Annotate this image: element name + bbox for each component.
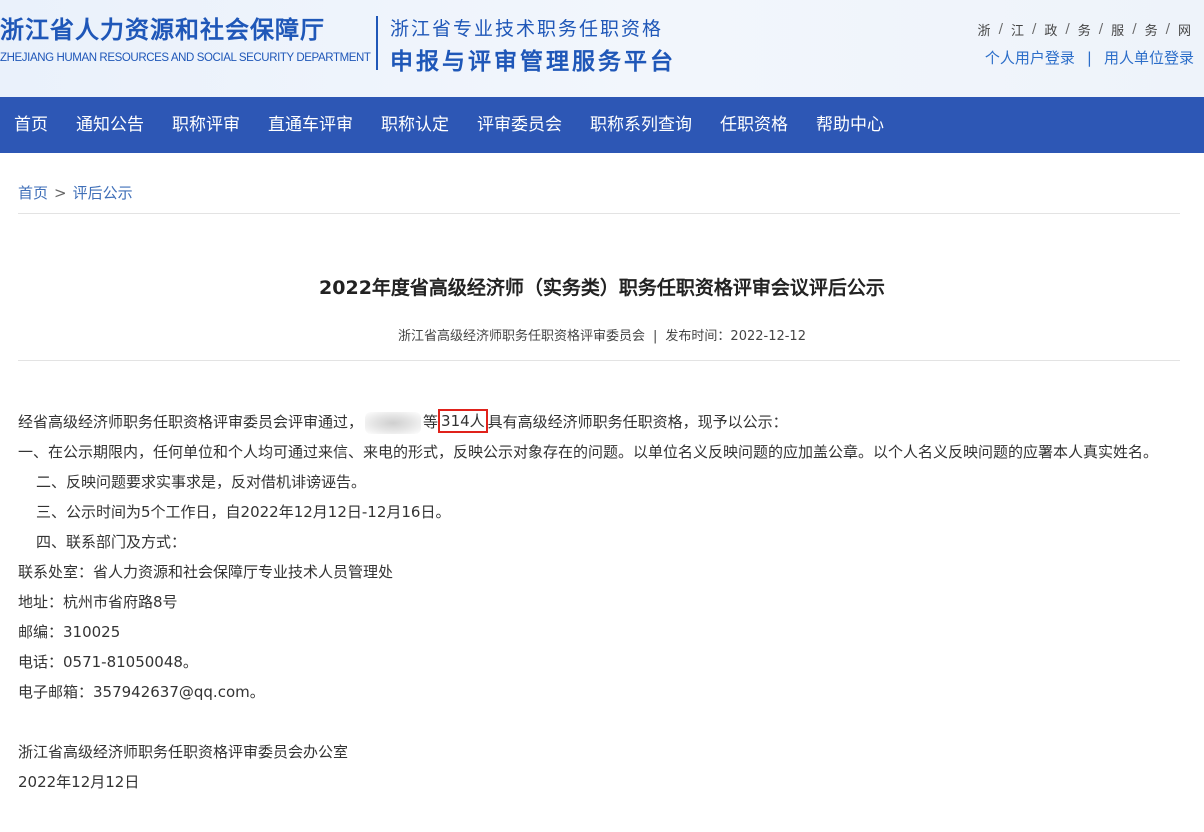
- signature-date: 2022年12月12日: [18, 773, 140, 791]
- article-body: 经省高级经济师职务任职资格评审委员会评审通过，等 314人 具有高级经济师职务任职资…: [18, 407, 1183, 797]
- unit-login-link[interactable]: 用人单位登录: [1104, 47, 1194, 68]
- platform-subtitle: 浙江省专业技术职务任职资格: [390, 18, 664, 40]
- personal-login-link[interactable]: 个人用户登录: [985, 47, 1075, 68]
- breadcrumb-divider: [18, 213, 1180, 214]
- breadcrumb: 首页 > 评后公示: [18, 182, 133, 203]
- nav-item-title-review[interactable]: 职称评审: [158, 97, 254, 153]
- contact-postcode: 邮编：310025: [18, 623, 121, 641]
- nav-item-title-recognition[interactable]: 职称认定: [367, 97, 463, 153]
- article-meta: 浙江省高级经济师职务任职资格评审委员会 | 发布时间：2022-12-12: [0, 325, 1204, 344]
- nav-item-express-review[interactable]: 直通车评审: [254, 97, 367, 153]
- department-logo-title[interactable]: 浙江省人力资源和社会保障厅: [0, 10, 325, 45]
- highlighted-count: 314人: [438, 409, 488, 433]
- main-nav: 首页 通知公告 职称评审 直通车评审 职称认定 评审委员会 职称系列查询 任职资…: [0, 97, 1204, 153]
- contact-office: 联系处室：省人力资源和社会保障厅专业技术人员管理处: [18, 563, 394, 581]
- article-publisher: 浙江省高级经济师职务任职资格评审委员会: [398, 329, 646, 344]
- platform-title: 申报与评审管理服务平台: [390, 49, 676, 75]
- nav-item-help-center[interactable]: 帮助中心: [802, 97, 898, 153]
- department-logo-english: ZHEJIANG HUMAN RESOURCES AND SOCIAL SECU…: [0, 52, 371, 64]
- nav-item-notices[interactable]: 通知公告: [62, 97, 158, 153]
- signature-office: 浙江省高级经济师职务任职资格评审委员会办公室: [18, 743, 349, 761]
- nav-item-home[interactable]: 首页: [0, 97, 62, 153]
- notice-item-2: 二、反映问题要求实事求是，反对借机诽谤诬告。: [36, 473, 367, 491]
- login-separator: |: [1086, 48, 1092, 67]
- zhejiang-gov-service-link[interactable]: 浙 / 江 / 政 / 务 / 服 / 务 / 网: [975, 20, 1194, 39]
- nav-item-qualification[interactable]: 任职资格: [706, 97, 802, 153]
- meta-separator: |: [653, 329, 658, 344]
- notice-item-4: 四、联系部门及方式：: [36, 533, 187, 551]
- contact-phone: 电话：0571-81050048。: [18, 653, 198, 671]
- notice-item-1: 一、在公示期限内，任何单位和个人均可通过来信、来电的形式，反映公示对象存在的问题…: [18, 443, 1159, 461]
- article-publish-date: 发布时间：2022-12-12: [665, 329, 806, 344]
- nav-item-title-series-query[interactable]: 职称系列查询: [576, 97, 706, 153]
- contact-email: 电子邮箱：357942637@qq.com。: [18, 683, 265, 701]
- breadcrumb-home-link[interactable]: 首页: [18, 184, 48, 202]
- intro-paragraph: 经省高级经济师职务任职资格评审委员会评审通过，等 314人 具有高级经济师职务任职资…: [18, 407, 1183, 437]
- article-header-divider: [18, 360, 1180, 361]
- logo-divider: [376, 16, 378, 70]
- contact-address: 地址：杭州市省府路8号: [18, 593, 178, 611]
- notice-item-3: 三、公示时间为5个工作日，自2022年12月12日-12月16日。: [36, 503, 451, 521]
- nav-item-review-committee[interactable]: 评审委员会: [463, 97, 576, 153]
- breadcrumb-current-link[interactable]: 评后公示: [73, 184, 133, 202]
- login-links: 个人用户登录 | 用人单位登录: [985, 47, 1194, 68]
- site-header: 浙江省人力资源和社会保障厅 ZHEJIANG HUMAN RESOURCES A…: [0, 0, 1204, 97]
- breadcrumb-separator: >: [54, 184, 67, 202]
- blurred-name-redaction: [365, 411, 422, 434]
- article-title: 2022年度省高级经济师（实务类）职务任职资格评审会议评后公示: [319, 277, 885, 299]
